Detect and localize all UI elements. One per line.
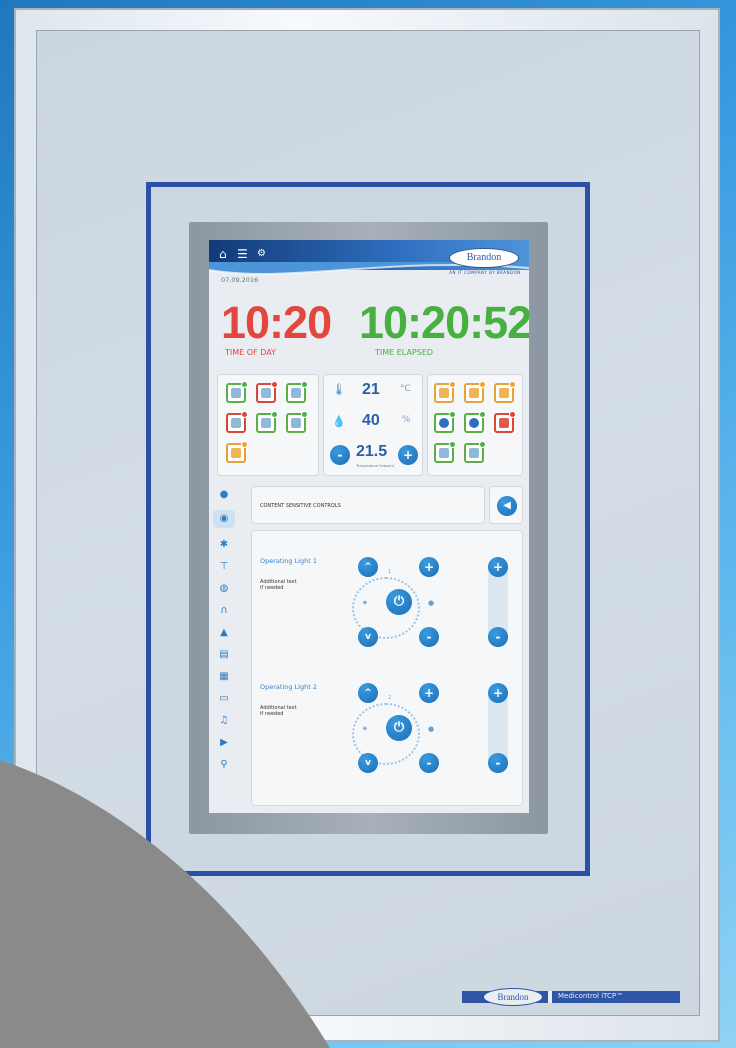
light-1-note: Additional text if needed [260, 579, 297, 591]
content-header: CONTENT SENSITIVE CONTROLS [251, 486, 485, 524]
temperature-value: 21 [362, 381, 380, 398]
light-1-index: 1 [388, 569, 392, 575]
gear-icon[interactable]: ⚙ [257, 247, 266, 261]
light-2-note: Additional text if needed [260, 705, 297, 717]
light-1-slider-minus[interactable]: - [488, 627, 508, 647]
cylinder-tile[interactable] [226, 411, 248, 433]
light-2-minus-button[interactable]: - [419, 753, 439, 773]
pendant-tile[interactable] [256, 381, 278, 403]
thermometer-icon: 🌡 [332, 383, 346, 396]
temperature-unit: °C [400, 384, 411, 394]
light-1-slider-plus[interactable]: + [488, 557, 508, 577]
sidebar-item-warning[interactable]: ▲ [213, 624, 235, 642]
sidebar-item-panel[interactable]: ▭ [213, 690, 235, 708]
time-of-day-label: TIME OF DAY [225, 348, 276, 357]
light-2-plus-button[interactable]: + [419, 683, 439, 703]
light-2-down-button[interactable]: v [358, 753, 378, 773]
touch-screen: ⌂ ☰ ⚙ Brandon AN IT COMPANY BY BRANDON 0… [209, 240, 529, 813]
brand-logo: Brandon [449, 248, 519, 268]
gas-tile-2[interactable] [464, 441, 486, 463]
light-2-power-button[interactable]: ⏻ [386, 715, 412, 741]
time-elapsed[interactable]: 10:20:52 [359, 300, 529, 345]
humidity-unit: % [402, 415, 411, 425]
light-1-plus-button[interactable]: + [419, 557, 439, 577]
setpoint-plus-button[interactable]: + [398, 445, 418, 465]
light-1-down-button[interactable]: v [358, 627, 378, 647]
warning-tile-2[interactable] [464, 381, 486, 403]
light-1-name: Operating Light 1 [260, 557, 317, 565]
sidebar-item-filter[interactable]: ◉ [213, 510, 235, 528]
light-2-slider-plus[interactable]: + [488, 683, 508, 703]
gauge-tile-1[interactable] [434, 411, 456, 433]
lock-tile[interactable] [226, 441, 248, 463]
light-2-index: 2 [388, 695, 392, 701]
speaker-icon[interactable]: ◀ [497, 496, 517, 516]
brand-tagline: AN IT COMPANY BY BRANDON [449, 270, 521, 275]
sidebar-item-fan[interactable]: ✱ [213, 536, 235, 554]
warning-tile-1[interactable] [434, 381, 456, 403]
sidebar-item-ceiling[interactable]: ⚲ [213, 756, 235, 774]
gauge-tile-2[interactable] [464, 411, 486, 433]
sidebar-item-gas[interactable]: ◍ [213, 580, 235, 598]
humidity-icon: 💧 [332, 415, 346, 428]
setpoint-caption: Temperature Setpoint [356, 464, 394, 468]
light-2-slider[interactable]: + - [488, 683, 508, 773]
light-2-dim-icon: ✷ [362, 725, 368, 733]
humidity-value: 40 [362, 412, 380, 429]
sidebar-item-music[interactable]: ♫ [213, 712, 235, 730]
light-2-up-button[interactable]: ^ [358, 683, 378, 703]
nameplate-brand: Brandon [483, 988, 543, 1006]
light-1-power-button[interactable]: ⏻ [386, 589, 412, 615]
setpoint-minus-button[interactable]: - [330, 445, 350, 465]
sidebar-item-light[interactable]: ● [213, 486, 235, 504]
list-icon[interactable]: ☰ [237, 247, 248, 261]
fan-tile[interactable] [226, 381, 248, 403]
filter-tile[interactable] [256, 411, 278, 433]
date-display: 07.09.2016 [221, 276, 259, 284]
light-1-bulb-icon: ● [428, 599, 435, 607]
time-elapsed-label: TIME ELAPSED [375, 348, 434, 357]
nameplate-divider [548, 991, 552, 1003]
content-title: CONTENT SENSITIVE CONTROLS [260, 503, 341, 509]
light-2-slider-minus[interactable]: - [488, 753, 508, 773]
warning-tile-3[interactable] [494, 381, 516, 403]
alarm-panel [427, 374, 523, 476]
light-1-minus-button[interactable]: - [419, 627, 439, 647]
sidebar: ● ◉ ✱ ⊤ ◍ ∩ ▲ ▤ ▦ ▭ ♫ ▶ ⚲ [213, 486, 239, 806]
light-1-up-button[interactable]: ^ [358, 557, 378, 577]
gas-tile-1[interactable] [434, 441, 456, 463]
gas-outlet-tile[interactable] [286, 381, 308, 403]
light-1-dim-icon: ✷ [362, 599, 368, 607]
nameplate-product: Medicontrol iTCP™ [558, 992, 624, 1000]
sidebar-item-video[interactable]: ▶ [213, 734, 235, 752]
sidebar-item-image[interactable]: ▦ [213, 668, 235, 686]
environment-panel: 🌡 21 °C 💧 40 % - 21.5 Temperature Setpoi… [323, 374, 423, 476]
light-2-name: Operating Light 2 [260, 683, 317, 691]
lights-panel: Operating Light 1 Additional text if nee… [251, 530, 523, 806]
device-status-panel [217, 374, 319, 476]
headphones-tile[interactable] [286, 411, 308, 433]
time-of-day: 10:20 [221, 297, 332, 348]
sidebar-item-pendant[interactable]: ⊤ [213, 558, 235, 576]
home-icon[interactable]: ⌂ [219, 247, 227, 261]
speaker-box: ◀ [489, 486, 523, 524]
light-1-slider[interactable]: + - [488, 557, 508, 647]
fire-exit-tile[interactable] [494, 411, 516, 433]
setpoint-value: 21.5 [356, 443, 388, 460]
sidebar-item-document[interactable]: ▤ [213, 646, 235, 664]
light-2-bulb-icon: ● [428, 725, 435, 733]
sidebar-item-headset[interactable]: ∩ [213, 602, 235, 620]
nameplate: Brandon Medicontrol iTCP™ [462, 988, 680, 1006]
